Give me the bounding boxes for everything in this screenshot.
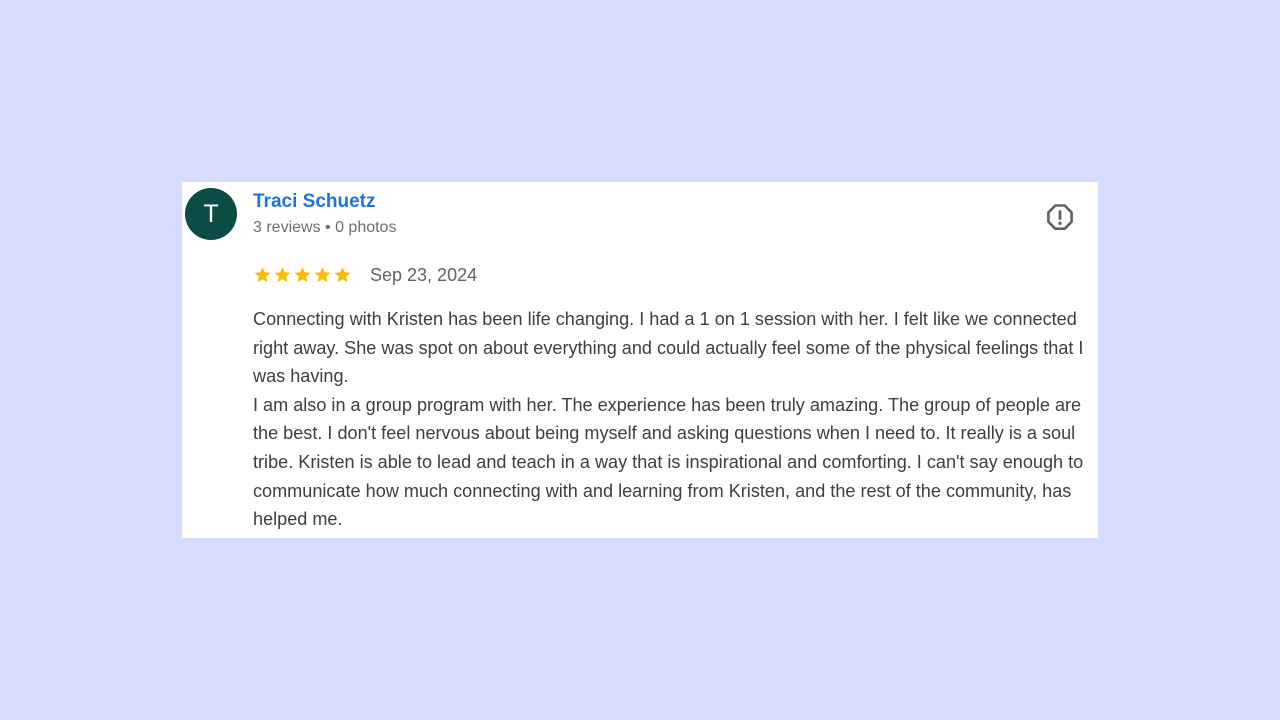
reviewer-meta[interactable]: 3 reviews • 0 photos (253, 219, 396, 237)
review-text: Connecting with Kristen has been life ch… (253, 305, 1098, 534)
star-icon (294, 267, 311, 283)
star-icon (274, 267, 291, 283)
review-date: Sep 23, 2024 (370, 265, 478, 285)
review-paragraph: Connecting with Kristen has been life ch… (253, 309, 1084, 387)
star-icon (254, 267, 271, 283)
report-icon (1047, 204, 1073, 231)
avatar[interactable]: T (185, 188, 237, 240)
star-icon (334, 267, 351, 283)
review-card: T Traci Schuetz 3 reviews • 0 photos Sep… (182, 182, 1098, 538)
review-paragraph: I am also in a group program with her. T… (253, 394, 1084, 530)
star-icon (314, 267, 331, 283)
reviewer-name-link[interactable]: Traci Schuetz (253, 191, 376, 213)
star-rating (253, 264, 352, 286)
report-review-button[interactable] (1044, 202, 1076, 234)
